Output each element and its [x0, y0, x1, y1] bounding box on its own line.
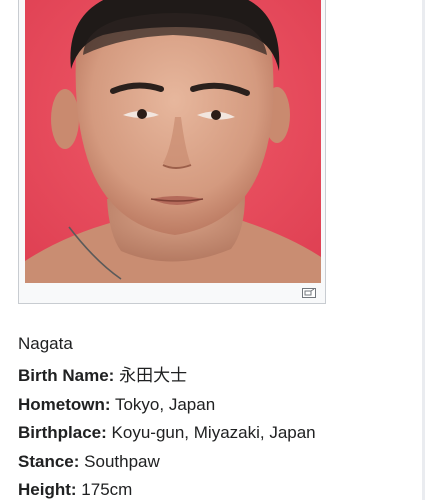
- photo-caption: Nagata: [18, 334, 73, 353]
- page: Nagata Birth Name: 永田大士 Hometown: Tokyo,…: [0, 0, 425, 500]
- magnify-clip-icon[interactable]: [302, 288, 316, 298]
- thumbnail-frame: [18, 0, 326, 304]
- infobox-value: 175cm: [81, 480, 133, 500]
- portrait-photo[interactable]: [25, 0, 321, 283]
- infobox-value: 永田大士: [119, 366, 188, 385]
- infobox-value: Koyu-gun, Miyazaki, Japan: [111, 423, 316, 443]
- infobox-value: Southpaw: [84, 451, 160, 471]
- infobox-row-birthplace: Birthplace: Koyu-gun, Miyazaki, Japan: [18, 419, 418, 448]
- infobox: Birth Name: 永田大士 Hometown: Tokyo, Japan …: [18, 362, 418, 500]
- infobox-label: Height:: [18, 480, 77, 500]
- infobox-row-hometown: Hometown: Tokyo, Japan: [18, 391, 418, 420]
- infobox-row-stance: Stance: Southpaw: [18, 448, 418, 477]
- infobox-row-height: Height: 175cm: [18, 476, 418, 500]
- infobox-row-birth-name: Birth Name: 永田大士: [18, 362, 418, 391]
- infobox-label: Birth Name:: [18, 366, 115, 385]
- infobox-label: Stance:: [18, 451, 80, 471]
- infobox-label: Birthplace:: [18, 423, 107, 443]
- infobox-label: Hometown:: [18, 394, 111, 414]
- infobox-value: Tokyo, Japan: [114, 394, 216, 414]
